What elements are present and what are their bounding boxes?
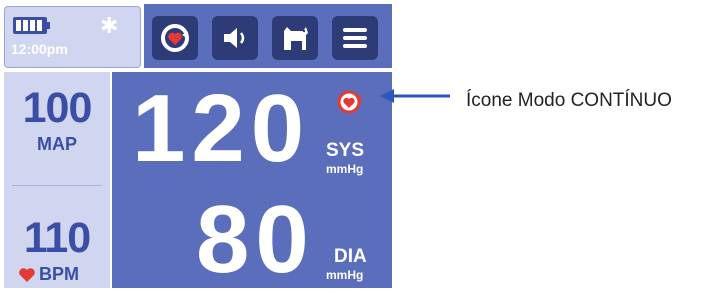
heart-cycle-icon [161, 24, 189, 52]
heart-icon [19, 267, 35, 282]
map-value: 100 [22, 84, 93, 132]
volume-button[interactable] [212, 16, 258, 60]
bluetooth-icon: ✱ [100, 14, 119, 39]
continuous-mode-button[interactable] [152, 16, 198, 60]
map-label: MAP [37, 134, 77, 154]
pulse-label-group: BPM [18, 264, 79, 285]
continuous-mode-icon [337, 90, 361, 114]
systolic-value: 120 [132, 75, 311, 182]
systolic-label: SYS [326, 140, 365, 161]
callout-label: Ícone Modo CONTÍNUO [466, 90, 672, 111]
pulse-value: 110 [23, 214, 91, 262]
clock-time: 12:00pm [11, 41, 68, 57]
systolic-unit: mmHg [326, 162, 364, 176]
status-panel: ✱ 12:00pm [4, 6, 141, 68]
hamburger-menu-icon [343, 28, 367, 48]
pulse-label: BPM [39, 264, 79, 284]
secondary-vitals-panel: 100 MAP 110 BPM [4, 72, 110, 288]
toolbar [144, 4, 392, 68]
diastolic-value: 80 [196, 186, 315, 293]
diastolic-label: DIA [334, 246, 367, 267]
dog-icon [284, 27, 308, 50]
blood-pressure-panel: 120 SYS mmHg 80 DIA mmHg [112, 72, 392, 293]
menu-button[interactable] [332, 16, 378, 60]
divider [12, 185, 102, 186]
speaker-icon [224, 28, 245, 48]
diastolic-unit: mmHg [326, 268, 364, 282]
callout-arrow-icon [380, 89, 450, 103]
battery-full-icon [13, 17, 50, 34]
patient-type-button[interactable] [272, 16, 318, 60]
monitor-screen: ✱ 12:00pm 100 MAP 110 BPM 120 SYS mmHg 8… [4, 4, 392, 293]
